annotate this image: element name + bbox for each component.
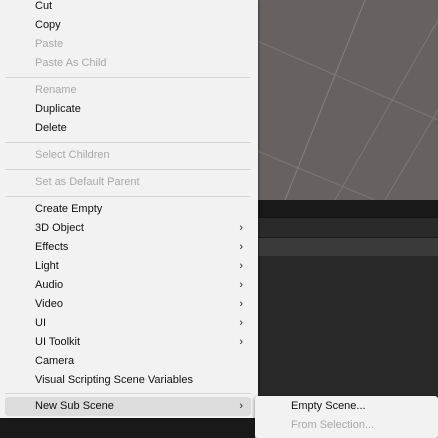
chevron-right-icon: ›: [239, 279, 243, 291]
menu-item-duplicate[interactable]: Duplicate: [5, 100, 251, 119]
menu-item-label: 3D Object: [35, 222, 84, 234]
chevron-right-icon: ›: [239, 222, 243, 234]
menu-separator: [5, 169, 251, 170]
chevron-right-icon: ›: [239, 260, 243, 272]
menu-item-rename: Rename: [5, 81, 251, 100]
menu-item-label: UI Toolkit: [35, 336, 81, 348]
panel-search-bar[interactable]: [255, 237, 438, 257]
menu-item-camera[interactable]: Camera: [5, 352, 251, 371]
menu-item-set-default-parent: Set as Default Parent: [5, 173, 251, 192]
menu-item-label: Delete: [35, 122, 67, 134]
chevron-right-icon: ›: [239, 400, 243, 412]
editor-window: Cut Copy Paste Paste As Child Rename Dup…: [0, 0, 438, 438]
background-panel: [255, 256, 438, 396]
submenu-item-from-selection: From Selection...: [291, 419, 375, 431]
menu-item-label: Rename: [35, 84, 77, 96]
menu-item-cut[interactable]: Cut: [5, 0, 251, 16]
chevron-right-icon: ›: [239, 241, 243, 253]
menu-separator: [5, 77, 251, 78]
menu-separator: [5, 196, 251, 197]
menu-separator: [5, 142, 251, 143]
menu-item-delete[interactable]: Delete: [5, 119, 251, 138]
menu-item-label: Camera: [35, 355, 75, 367]
menu-item-new-sub-scene[interactable]: New Sub Scene ›: [5, 397, 251, 416]
menu-item-ui-toolkit[interactable]: UI Toolkit ›: [5, 333, 251, 352]
menu-item-label: Create Empty: [35, 203, 103, 215]
menu-item-label: Set as Default Parent: [35, 176, 140, 188]
menu-item-effects[interactable]: Effects ›: [5, 238, 251, 257]
menu-item-ui[interactable]: UI ›: [5, 314, 251, 333]
menu-item-label: UI: [35, 317, 46, 329]
panel-header: [255, 217, 438, 238]
scene-view[interactable]: [255, 0, 438, 200]
scene-grid: [255, 0, 438, 200]
chevron-right-icon: ›: [239, 317, 243, 329]
status-bar: [0, 418, 255, 438]
menu-item-3d-object[interactable]: 3D Object ›: [5, 219, 251, 238]
menu-item-label: Video: [35, 298, 63, 310]
chevron-right-icon: ›: [239, 298, 243, 310]
menu-separator: [5, 393, 251, 394]
menu-item-label: Effects: [35, 241, 69, 253]
scene-toolbar: [255, 200, 438, 217]
menu-item-label: Visual Scripting Scene Variables: [35, 374, 193, 386]
chevron-right-icon: ›: [239, 336, 243, 348]
menu-item-audio[interactable]: Audio ›: [5, 276, 251, 295]
menu-item-label: New Sub Scene: [35, 400, 114, 412]
menu-item-label: Paste As Child: [35, 57, 107, 69]
hierarchy-context-menu: Cut Copy Paste Paste As Child Rename Dup…: [0, 0, 258, 418]
menu-item-label: Paste: [35, 38, 64, 50]
menu-item-label: Copy: [35, 19, 61, 31]
new-sub-scene-submenu: Empty Scene... From Selection...: [255, 396, 438, 438]
menu-item-paste-as-child: Paste As Child: [5, 54, 251, 73]
menu-item-create-empty[interactable]: Create Empty: [5, 200, 251, 219]
menu-item-label: Duplicate: [35, 103, 81, 115]
menu-item-label: Light: [35, 260, 59, 272]
submenu-item-empty-scene[interactable]: Empty Scene...: [291, 397, 366, 416]
menu-item-light[interactable]: Light ›: [5, 257, 251, 276]
menu-item-label: Select Children: [35, 149, 110, 161]
menu-item-video[interactable]: Video ›: [5, 295, 251, 314]
menu-item-visual-scripting-scene-variables[interactable]: Visual Scripting Scene Variables: [5, 371, 251, 390]
menu-item-paste: Paste: [5, 35, 251, 54]
menu-item-label: Audio: [35, 279, 64, 291]
menu-item-select-children: Select Children: [5, 146, 251, 165]
menu-item-copy[interactable]: Copy: [5, 16, 251, 35]
menu-item-label: Cut: [35, 0, 53, 12]
